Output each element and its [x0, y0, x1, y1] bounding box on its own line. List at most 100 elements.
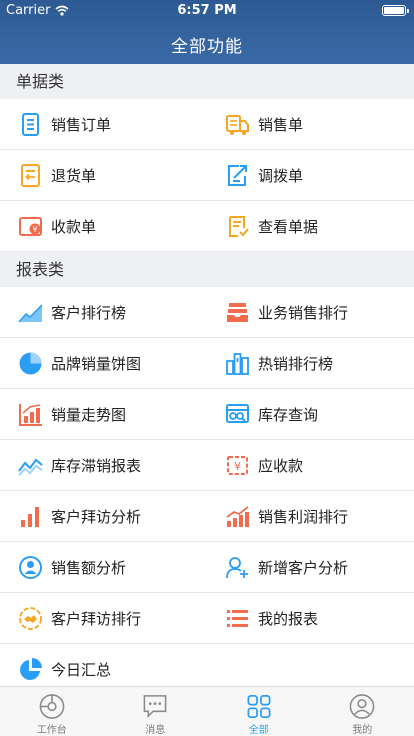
svg-text:¥: ¥: [32, 225, 37, 234]
menu-item-my-reports[interactable]: 我的报表: [207, 593, 414, 643]
page-title: 全部功能: [171, 37, 243, 57]
sales-amount-analysis-icon: [18, 555, 43, 580]
menu-item-slow-moving-stock[interactable]: 库存滞销报表: [0, 440, 207, 490]
menu-item-transfer-slip[interactable]: 调拨单: [207, 150, 414, 200]
navigation-bar: Carrier 6:57 PM 全部功能: [0, 0, 414, 64]
brand-pie-chart-icon: [18, 351, 43, 376]
tab-label: 消息: [145, 725, 166, 736]
message-icon: [143, 695, 167, 719]
menu-item-today-summary[interactable]: 今日汇总: [0, 644, 207, 686]
menu-item-sales-slip[interactable]: 销售单: [207, 99, 414, 149]
menu-item-sales-trend[interactable]: 销量走势图: [0, 389, 207, 439]
business-sales-ranking-icon: [225, 300, 250, 325]
menu-item-label: 查看单据: [258, 217, 319, 236]
customer-ranking-icon: [18, 300, 43, 325]
menu-item-label: 品牌销量饼图: [51, 354, 142, 373]
menu-item-label: 新增客户分析: [258, 558, 349, 577]
slow-moving-stock-icon: [18, 453, 43, 478]
sales-trend-icon: [18, 402, 43, 427]
grid-row: 销售订单 销售单: [0, 99, 414, 150]
menu-item-receipt-slip[interactable]: ¥ 收款单: [0, 201, 207, 251]
menu-item-label: 收款单: [51, 217, 97, 236]
tab-all[interactable]: 全部: [207, 687, 311, 736]
menu-item-business-sales-ranking[interactable]: 业务销售排行: [207, 287, 414, 337]
grid-row: 客户排行榜 业务销售排行: [0, 287, 414, 338]
menu-item-label: 今日汇总: [51, 660, 112, 679]
menu-item-label: 热销排行榜: [258, 354, 334, 373]
receipt-slip-icon: ¥: [18, 214, 43, 239]
menu-item-sales-profit-ranking[interactable]: 销售利润排行: [207, 491, 414, 541]
menu-item-receivables[interactable]: ¥ 应收款: [207, 440, 414, 490]
menu-item-label: 我的报表: [258, 609, 319, 628]
menu-item-label: 库存滞销报表: [51, 456, 142, 475]
transfer-slip-icon: [225, 163, 250, 188]
sales-slip-icon: [225, 112, 250, 137]
battery-icon: [382, 5, 409, 16]
grid-row: ¥ 收款单 查看单据: [0, 201, 414, 252]
customer-visit-ranking-icon: [18, 606, 43, 631]
tab-workbench[interactable]: 工作台: [0, 687, 104, 736]
menu-item-label: 客户拜访排行: [51, 609, 142, 628]
section-header-reports: 报表类: [0, 252, 414, 287]
menu-item-sales-order[interactable]: 销售订单: [0, 99, 207, 149]
tab-profile[interactable]: 我的: [311, 687, 414, 736]
grid-row: 品牌销量饼图 热销排行榜: [0, 338, 414, 389]
menu-item-label: 销售订单: [51, 115, 112, 134]
grid-row: 销量走势图 库存查询: [0, 389, 414, 440]
grid-row: 退货单 调拨单: [0, 150, 414, 201]
menu-item-label: 客户拜访分析: [51, 507, 142, 526]
svg-text:¥: ¥: [234, 460, 241, 473]
grid-row: 客户拜访排行 我的报表: [0, 593, 414, 644]
hot-sales-ranking-icon: [225, 351, 250, 376]
inventory-query-icon: [225, 402, 250, 427]
menu-item-customer-visit-analysis[interactable]: 客户拜访分析: [0, 491, 207, 541]
menu-item-label: 退货单: [51, 166, 97, 185]
grid-row: 今日汇总: [0, 644, 414, 686]
status-time: 6:57 PM: [177, 3, 237, 18]
sales-profit-ranking-icon: [225, 504, 250, 529]
tab-label: 全部: [248, 725, 269, 736]
menu-item-customer-visit-ranking[interactable]: 客户拜访排行: [0, 593, 207, 643]
menu-item-label: 业务销售排行: [258, 303, 349, 322]
return-slip-icon: [18, 163, 43, 188]
menu-item-label: 客户排行榜: [51, 303, 127, 322]
menu-item-return-slip[interactable]: 退货单: [0, 150, 207, 200]
tab-label: 工作台: [36, 725, 67, 736]
menu-item-label: 销售单: [258, 115, 304, 134]
empty-cell: [207, 644, 414, 686]
menu-item-label: 应收款: [258, 456, 304, 475]
profile-icon: [349, 694, 375, 719]
menu-item-label: 销售额分析: [51, 558, 127, 577]
reports-grid: 客户排行榜 业务销售排行 品牌销量饼图 热销排行榜 销量走势图 库存查询 库存滞…: [0, 287, 414, 686]
menu-item-new-customer-analysis[interactable]: 新增客户分析: [207, 542, 414, 592]
workbench-icon: [39, 694, 65, 719]
tab-label: 我的: [352, 725, 373, 736]
menu-item-label: 调拨单: [258, 166, 304, 185]
grid-row: 库存滞销报表 ¥ 应收款: [0, 440, 414, 491]
documents-grid: 销售订单 销售单 退货单 调拨单 ¥ 收款单 查看单据: [0, 99, 414, 252]
menu-item-brand-pie-chart[interactable]: 品牌销量饼图: [0, 338, 207, 388]
my-reports-icon: [225, 606, 250, 631]
today-summary-icon: [18, 657, 43, 682]
view-documents-icon: [225, 214, 250, 239]
menu-item-label: 库存查询: [258, 405, 319, 424]
tab-messages[interactable]: 消息: [104, 687, 208, 736]
menu-item-label: 销量走势图: [51, 405, 127, 424]
grid-row: 客户拜访分析 销售利润排行: [0, 491, 414, 542]
menu-item-inventory-query[interactable]: 库存查询: [207, 389, 414, 439]
menu-item-sales-amount-analysis[interactable]: 销售额分析: [0, 542, 207, 592]
customer-visit-analysis-icon: [18, 504, 43, 529]
receivables-icon: ¥: [225, 453, 250, 478]
grid-row: 销售额分析 新增客户分析: [0, 542, 414, 593]
menu-item-view-documents[interactable]: 查看单据: [207, 201, 414, 251]
menu-item-hot-sales-ranking[interactable]: 热销排行榜: [207, 338, 414, 388]
tab-bar: 工作台 消息 全部 我的: [0, 686, 414, 736]
menu-item-customer-ranking[interactable]: 客户排行榜: [0, 287, 207, 337]
new-customer-analysis-icon: [225, 555, 250, 580]
menu-item-label: 销售利润排行: [258, 507, 349, 526]
sales-order-icon: [18, 112, 43, 137]
status-bar: Carrier 6:57 PM: [0, 0, 414, 22]
section-header-documents: 单据类: [0, 64, 414, 99]
all-apps-icon: [247, 695, 271, 718]
function-list: 单据类 销售订单 销售单 退货单 调拨单 ¥ 收款单 查看单据 报表类 客户排行…: [0, 64, 414, 686]
